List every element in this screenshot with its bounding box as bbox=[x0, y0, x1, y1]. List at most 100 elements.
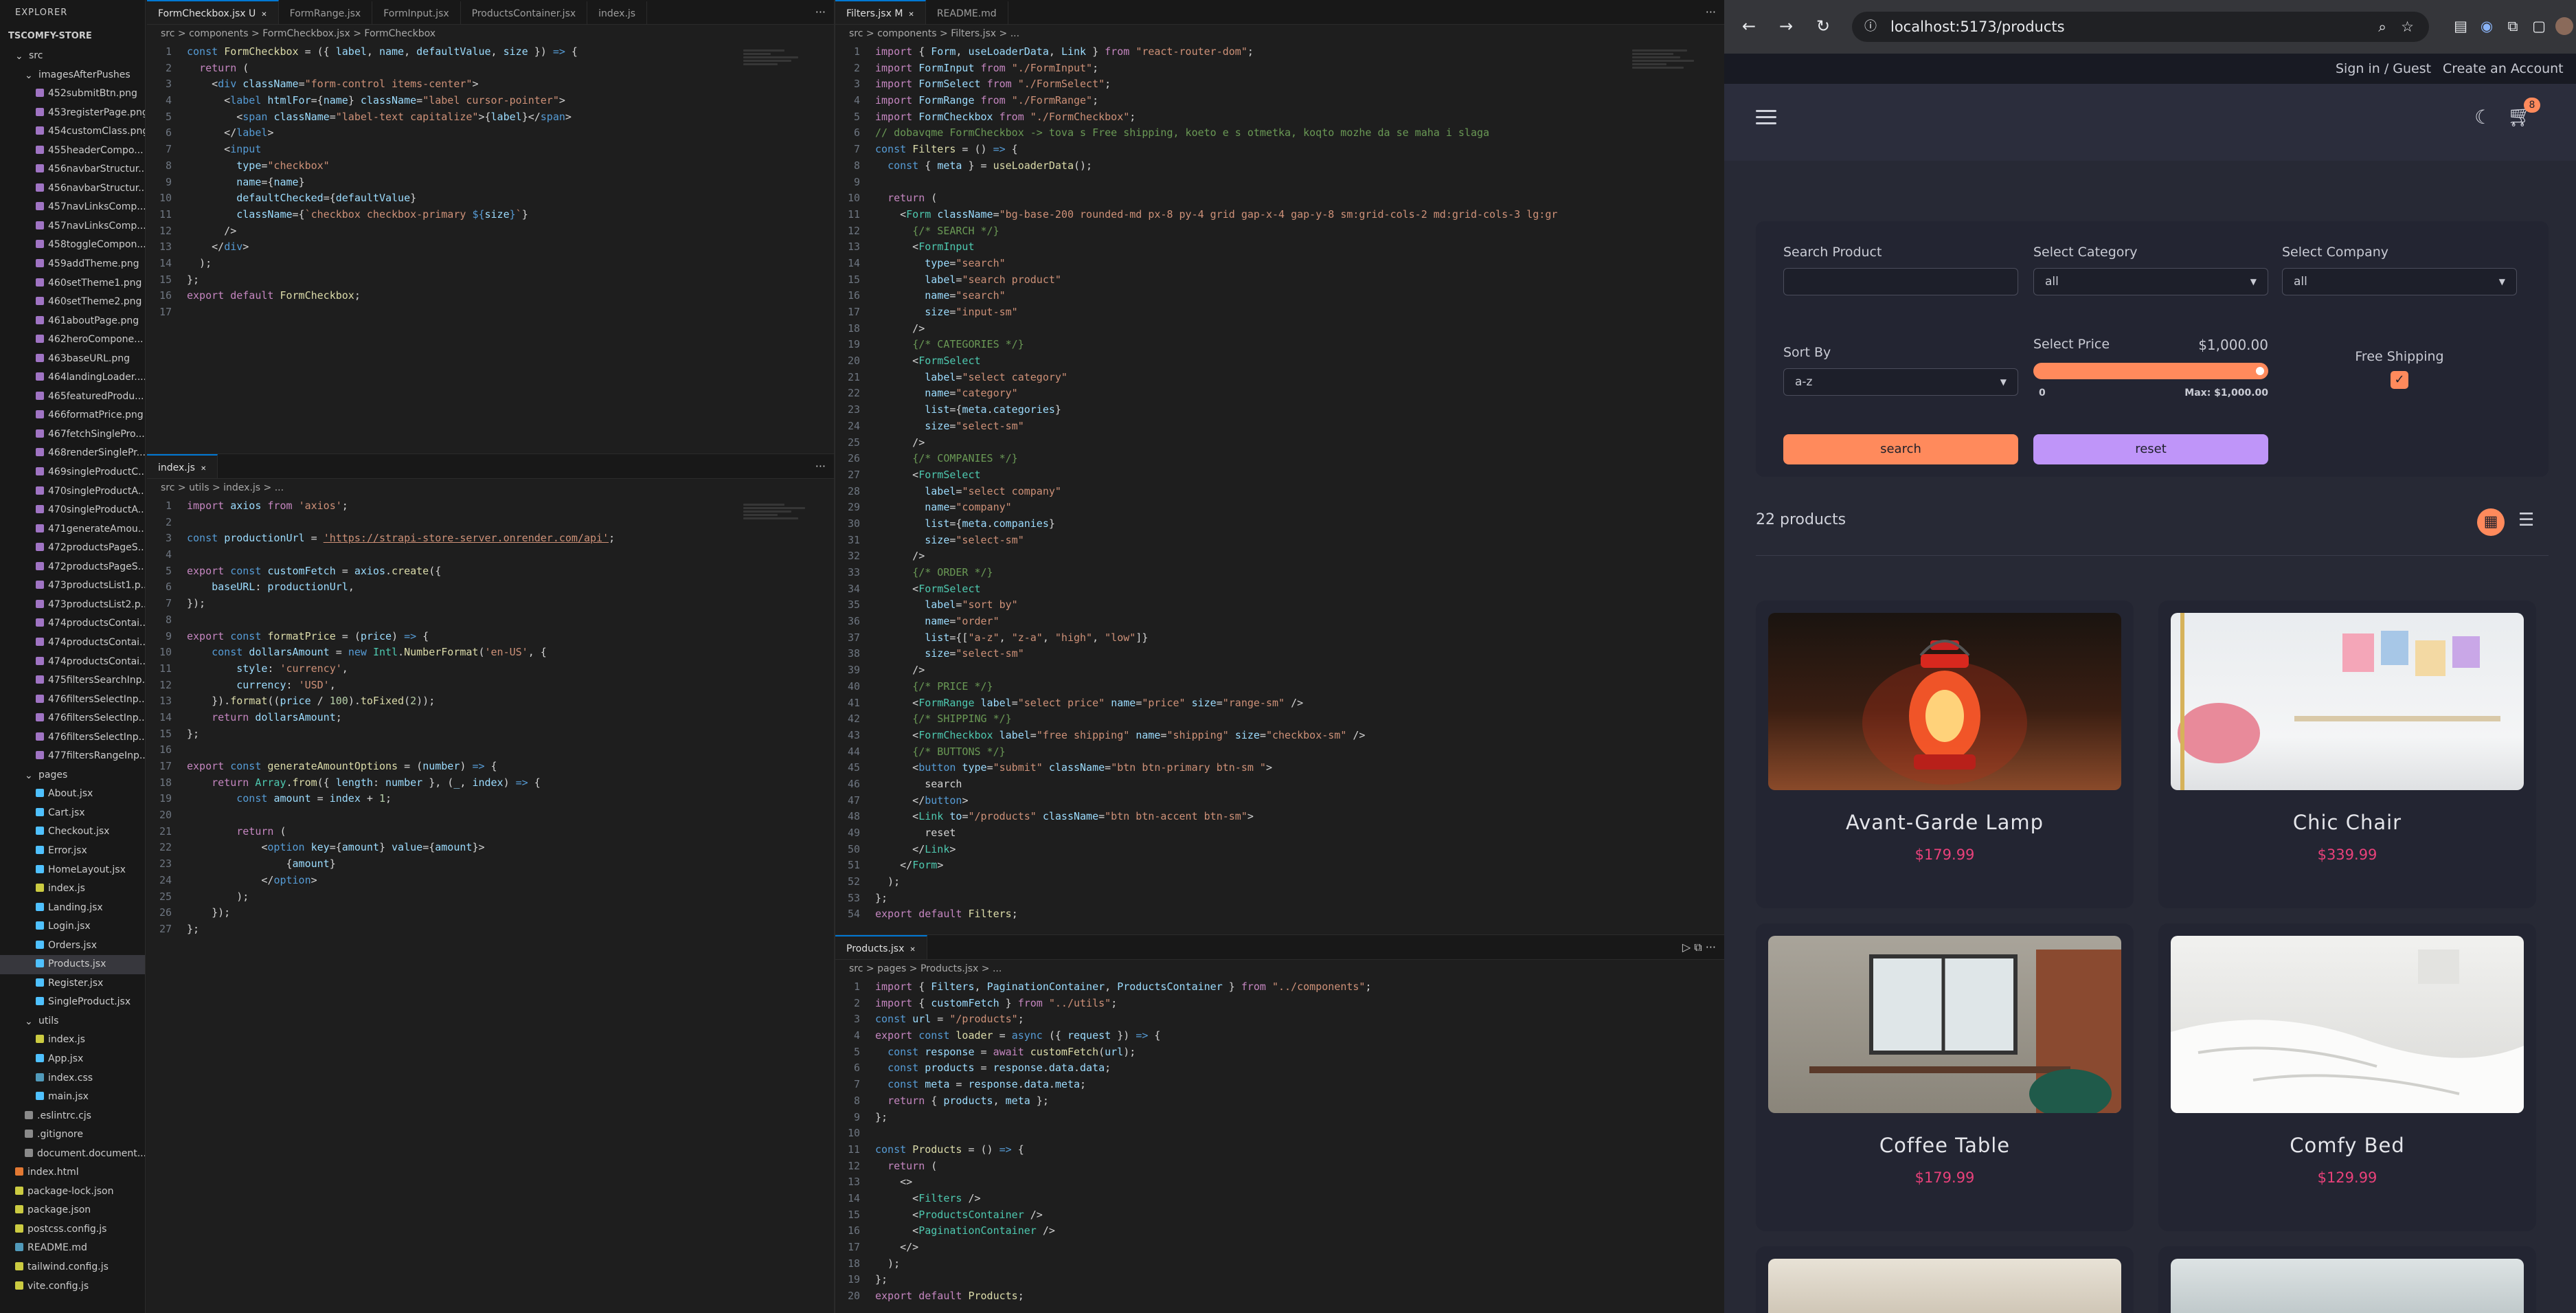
file-item[interactable]: 456navbarStructur... bbox=[0, 160, 145, 179]
tab-index-js[interactable]: index.js bbox=[587, 1, 648, 24]
reading-mode-icon[interactable]: ▤ bbox=[2450, 15, 2472, 37]
extension-icon[interactable]: ◉ bbox=[2476, 15, 2498, 37]
file-item[interactable]: postcss.config.js bbox=[0, 1220, 145, 1239]
file-item[interactable]: 456navbarStructur... bbox=[0, 179, 145, 199]
more-actions-icon[interactable]: ··· bbox=[815, 454, 826, 479]
file-item[interactable]: 465featuredProdu... bbox=[0, 388, 145, 407]
address-bar[interactable]: ⓘ localhost:5173/products ⌕ ☆ bbox=[1852, 12, 2429, 42]
file-item[interactable]: Landing.jsx bbox=[0, 899, 145, 918]
folder-item[interactable]: ⌄ pages bbox=[0, 766, 145, 785]
zoom-icon[interactable]: ⌕ bbox=[2378, 12, 2386, 42]
file-item[interactable]: index.html bbox=[0, 1163, 145, 1182]
file-item[interactable]: 476filtersSelectInp... bbox=[0, 728, 145, 748]
file-item[interactable]: index.js bbox=[0, 879, 145, 899]
minimap[interactable] bbox=[1632, 48, 1708, 254]
file-item[interactable]: 471generateAmou... bbox=[0, 520, 145, 539]
file-item[interactable]: 475filtersSearchInp... bbox=[0, 671, 145, 691]
file-item[interactable]: 460setTheme2.png bbox=[0, 293, 145, 312]
file-item[interactable]: 460setTheme1.png bbox=[0, 274, 145, 293]
tab-productscontainer[interactable]: ProductsContainer.jsx bbox=[461, 1, 588, 24]
product-card[interactable] bbox=[1756, 1246, 2134, 1313]
minimap[interactable] bbox=[743, 502, 819, 708]
tab-filters[interactable]: Filters.jsx M ✕ bbox=[835, 0, 926, 24]
file-item[interactable]: 459addTheme.png bbox=[0, 255, 145, 274]
file-item[interactable]: 476filtersSelectInp... bbox=[0, 709, 145, 728]
file-item[interactable]: App.jsx bbox=[0, 1050, 145, 1069]
file-item[interactable]: 457navLinksComp... bbox=[0, 217, 145, 236]
price-range-slider[interactable] bbox=[2033, 363, 2268, 379]
file-item[interactable]: 470singleProductA... bbox=[0, 501, 145, 520]
tab-products[interactable]: Products.jsx ✕ bbox=[835, 935, 927, 959]
file-item[interactable]: 474productsContai... bbox=[0, 633, 145, 653]
file-item[interactable]: 472productsPageS... bbox=[0, 539, 145, 558]
list-view-icon[interactable]: ☰ bbox=[2518, 510, 2534, 530]
file-item[interactable]: README.md bbox=[0, 1239, 145, 1258]
back-icon[interactable]: ← bbox=[1737, 14, 1761, 38]
more-actions-icon[interactable]: ··· bbox=[1706, 0, 1716, 25]
file-item[interactable]: index.css bbox=[0, 1069, 145, 1088]
file-item[interactable]: SingleProduct.jsx bbox=[0, 993, 145, 1012]
file-item[interactable]: 470singleProductA... bbox=[0, 482, 145, 502]
file-item[interactable]: Orders.jsx bbox=[0, 936, 145, 956]
file-item[interactable]: 462heroCompone... bbox=[0, 330, 145, 350]
file-item[interactable]: .gitignore bbox=[0, 1125, 145, 1145]
product-card[interactable]: Avant-Garde Lamp $179.99 bbox=[1756, 601, 2134, 908]
folder-item[interactable]: ⌄ src bbox=[0, 47, 145, 66]
file-item[interactable]: 476filtersSelectInp... bbox=[0, 691, 145, 710]
run-and-split-icons[interactable]: ▷ ⧉ ··· bbox=[1682, 935, 1716, 960]
tab-formcheckbox[interactable]: FormCheckbox.jsx U ✕ bbox=[147, 0, 279, 24]
file-item[interactable]: index.js bbox=[0, 1031, 145, 1050]
file-item[interactable]: 477filtersRangeInp... bbox=[0, 747, 145, 766]
code-editor[interactable]: 1 import { Form, useLoaderData, Link } fr… bbox=[835, 44, 1724, 934]
category-select[interactable]: all ▼ bbox=[2033, 268, 2268, 295]
reset-button[interactable]: reset bbox=[2033, 434, 2268, 464]
file-item[interactable]: 461aboutPage.png bbox=[0, 312, 145, 331]
file-item[interactable]: 474productsContai... bbox=[0, 653, 145, 672]
file-item[interactable]: 472productsPageS... bbox=[0, 558, 145, 577]
file-item[interactable]: main.jsx bbox=[0, 1088, 145, 1107]
file-item[interactable]: 469singleProductC... bbox=[0, 463, 145, 482]
file-item[interactable]: package-lock.json bbox=[0, 1182, 145, 1202]
folder-item[interactable]: ⌄ utils bbox=[0, 1012, 145, 1031]
site-info-icon[interactable]: ⓘ bbox=[1864, 12, 1877, 42]
split-view-icon[interactable]: ▢ bbox=[2528, 15, 2550, 37]
file-item[interactable]: 452submitBtn.png bbox=[0, 85, 145, 104]
file-item[interactable]: About.jsx bbox=[0, 785, 145, 804]
minimap[interactable] bbox=[743, 48, 819, 254]
folder-item[interactable]: ⌄ imagesAfterPushes bbox=[0, 66, 145, 85]
file-item[interactable]: 463baseURL.png bbox=[0, 350, 145, 369]
hamburger-menu-icon[interactable] bbox=[1756, 110, 1776, 126]
explorer-root[interactable]: TSCOMFY-STORE bbox=[0, 26, 145, 47]
file-item[interactable]: 455headerCompo... bbox=[0, 142, 145, 161]
search-button[interactable]: search bbox=[1783, 434, 2018, 464]
tab-utils-index[interactable]: index.js ✕ bbox=[147, 454, 218, 478]
file-item[interactable]: vite.config.js bbox=[0, 1277, 145, 1297]
file-item[interactable]: document.document... bbox=[0, 1145, 145, 1164]
tab-formrange[interactable]: FormRange.jsx bbox=[279, 1, 373, 24]
file-item[interactable]: 457navLinksComp... bbox=[0, 198, 145, 217]
extensions-puzzle-icon[interactable]: ⧉ bbox=[2502, 15, 2524, 37]
product-card[interactable]: Chic Chair $339.99 bbox=[2158, 601, 2536, 908]
company-select[interactable]: all ▼ bbox=[2282, 268, 2517, 295]
file-item[interactable]: 468renderSinglePr... bbox=[0, 444, 145, 463]
file-item[interactable]: 453registerPage.png bbox=[0, 104, 145, 123]
file-item[interactable]: HomeLayout.jsx bbox=[0, 861, 145, 880]
file-item[interactable]: .eslintrc.cjs bbox=[0, 1107, 145, 1126]
bookmark-star-icon[interactable]: ☆ bbox=[2401, 12, 2414, 42]
theme-moon-icon[interactable]: ☾ bbox=[2474, 106, 2492, 128]
code-editor[interactable]: 1 const FormCheckbox = ({ label, name, de… bbox=[147, 44, 834, 453]
code-editor[interactable]: 1 import axios from 'axios'; 2 3 const pro… bbox=[147, 498, 834, 1313]
file-item[interactable]: 474productsContai... bbox=[0, 614, 145, 633]
file-item[interactable]: Checkout.jsx bbox=[0, 822, 145, 842]
search-input[interactable] bbox=[1783, 268, 2018, 295]
file-item[interactable]: Login.jsx bbox=[0, 917, 145, 936]
sort-select[interactable]: a-z ▼ bbox=[1783, 368, 2018, 396]
file-item[interactable]: 454customClass.png bbox=[0, 122, 145, 142]
price-range-handle[interactable] bbox=[2253, 364, 2267, 378]
file-item[interactable]: 473productsList1.p... bbox=[0, 576, 145, 596]
code-editor[interactable]: 1 import { Filters, PaginationContainer, … bbox=[835, 979, 1724, 1313]
more-actions-icon[interactable]: ··· bbox=[815, 0, 826, 25]
tab-forminput[interactable]: FormInput.jsx bbox=[372, 1, 461, 24]
file-item[interactable]: Register.jsx bbox=[0, 974, 145, 994]
profile-avatar[interactable] bbox=[2555, 17, 2573, 35]
